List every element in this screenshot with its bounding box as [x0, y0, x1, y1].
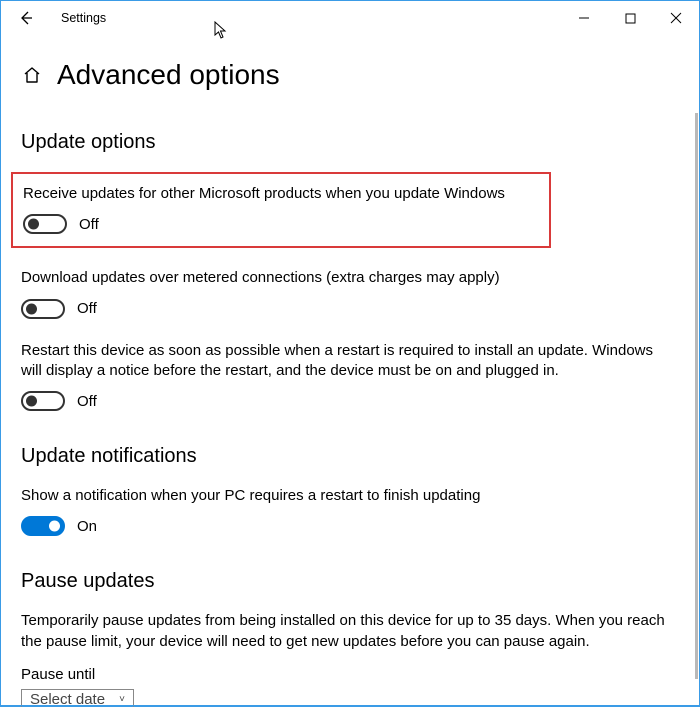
- toggle-metered[interactable]: [21, 299, 65, 319]
- window-border-bottom: [1, 705, 699, 706]
- close-button[interactable]: [653, 1, 699, 35]
- section-update-notifications: Update notifications Show a notification…: [21, 445, 683, 536]
- setting-label: Receive updates for other Microsoft prod…: [23, 184, 539, 204]
- toggle-restart[interactable]: [21, 391, 65, 411]
- toggle-state-label: On: [77, 518, 97, 535]
- maximize-button[interactable]: [607, 1, 653, 35]
- toggle-receive-updates[interactable]: [23, 214, 67, 234]
- titlebar: Settings: [1, 1, 699, 35]
- setting-label: Restart this device as soon as possible …: [21, 341, 663, 382]
- window-title: Settings: [61, 11, 106, 25]
- setting-label: Download updates over metered connection…: [21, 268, 683, 288]
- window-controls: [561, 1, 699, 35]
- setting-metered: Download updates over metered connection…: [21, 268, 683, 318]
- chevron-down-icon: ˅: [119, 694, 125, 705]
- minimize-button[interactable]: [561, 1, 607, 35]
- setting-label: Show a notification when your PC require…: [21, 486, 683, 506]
- scrollbar[interactable]: [695, 113, 698, 679]
- page-title: Advanced options: [57, 59, 280, 91]
- highlight-box: Receive updates for other Microsoft prod…: [11, 172, 551, 248]
- setting-notification: Show a notification when your PC require…: [21, 486, 683, 536]
- section-pause-updates: Pause updates Temporarily pause updates …: [21, 570, 683, 707]
- home-icon[interactable]: [21, 64, 43, 86]
- content: Advanced options Update options Receive …: [1, 35, 699, 707]
- back-button[interactable]: [9, 2, 41, 34]
- section-heading: Update options: [21, 131, 683, 154]
- toggle-state-label: Off: [77, 300, 97, 317]
- section-heading: Update notifications: [21, 445, 683, 468]
- toggle-notification[interactable]: [21, 516, 65, 536]
- heading-row: Advanced options: [21, 59, 683, 91]
- pause-description: Temporarily pause updates from being ins…: [21, 611, 683, 652]
- toggle-state-label: Off: [77, 393, 97, 410]
- section-heading: Pause updates: [21, 570, 683, 593]
- pause-until-label: Pause until: [21, 666, 683, 683]
- setting-restart: Restart this device as soon as possible …: [21, 341, 683, 412]
- toggle-state-label: Off: [79, 216, 99, 233]
- section-update-options: Update options Receive updates for other…: [21, 131, 683, 411]
